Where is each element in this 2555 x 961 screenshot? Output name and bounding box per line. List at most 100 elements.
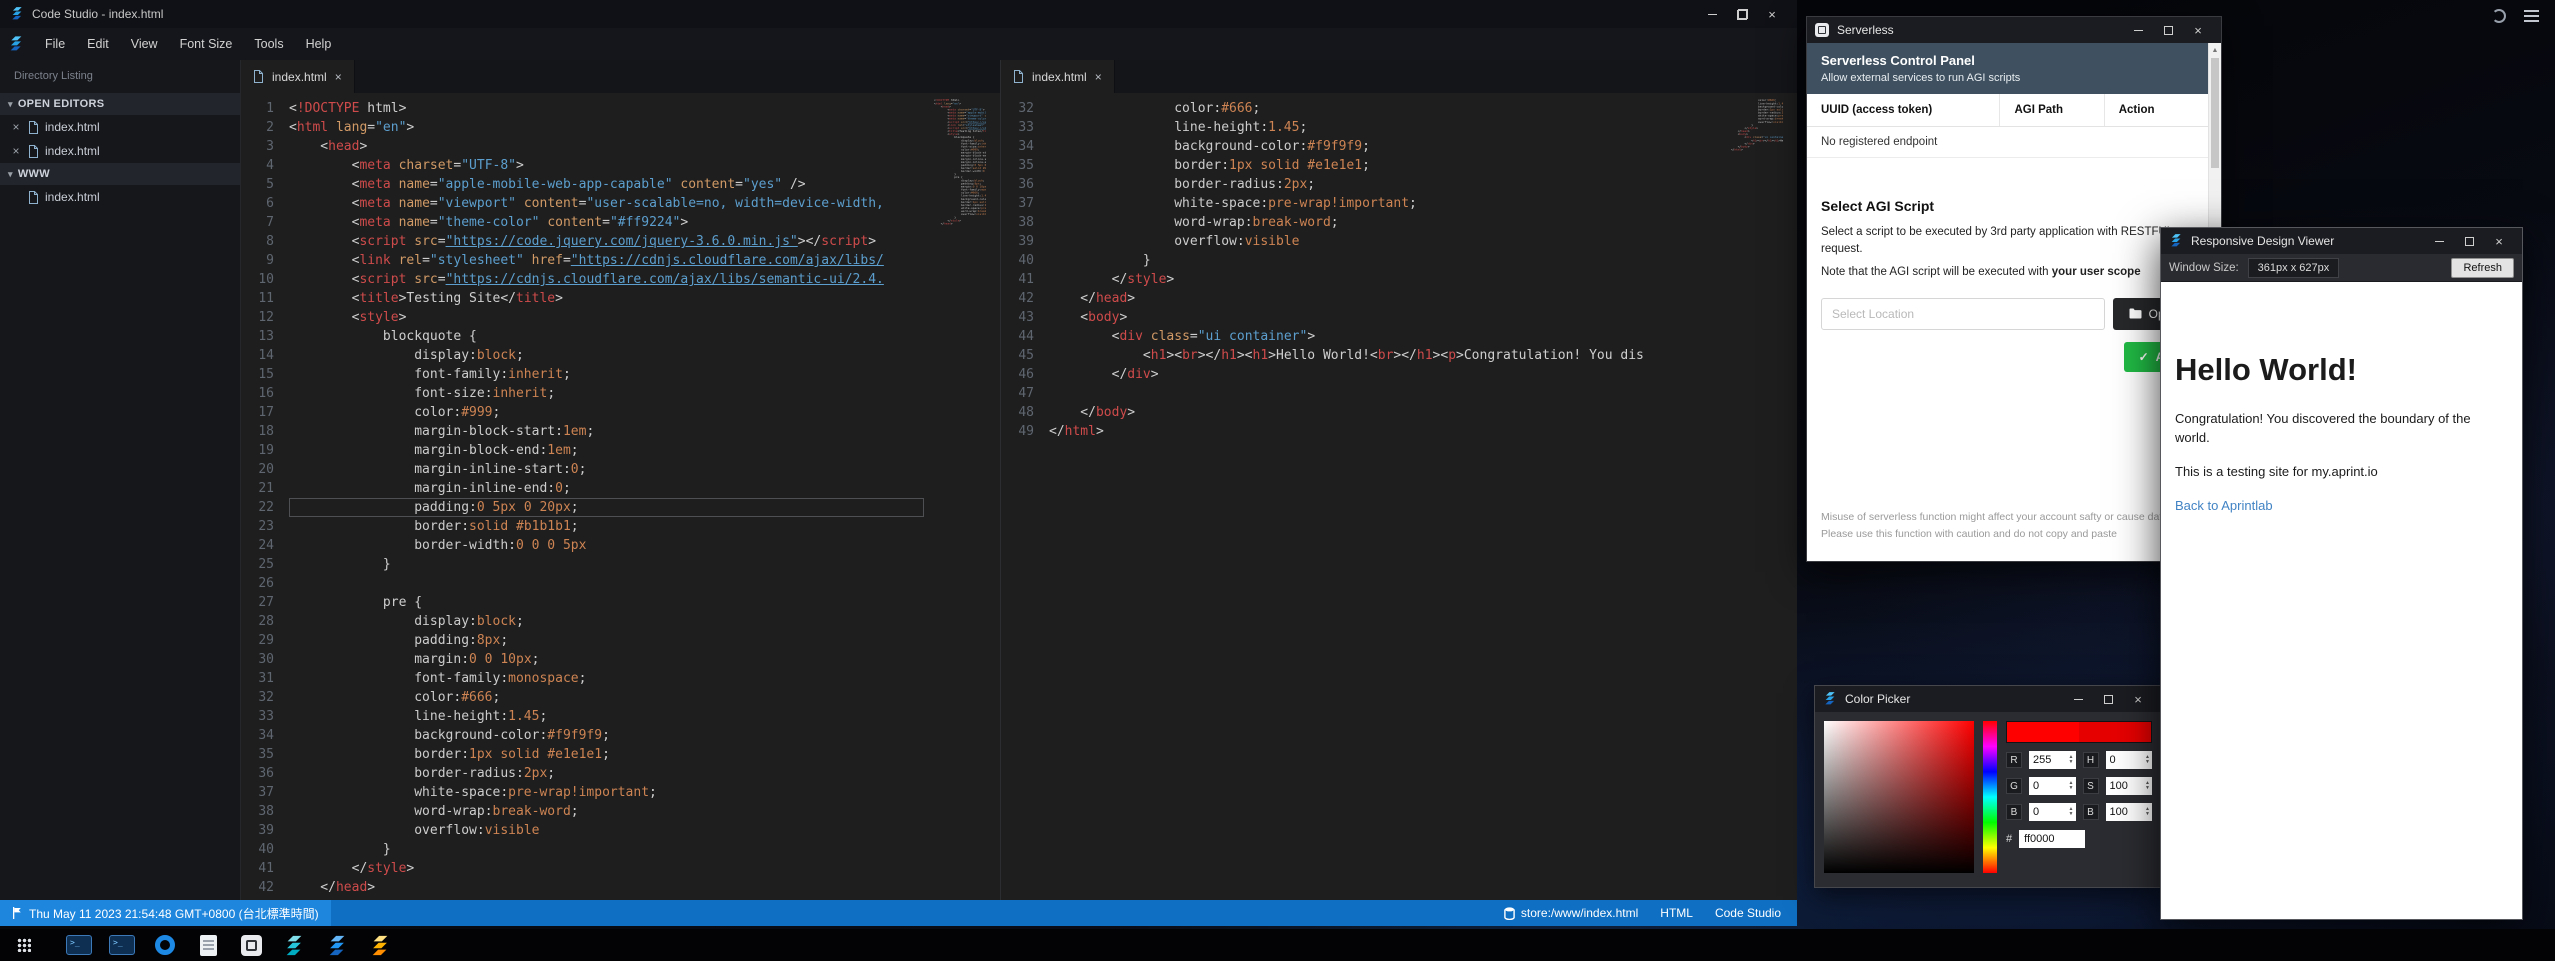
code-line[interactable]: <html lang="en"> xyxy=(289,118,924,137)
code-line[interactable]: </head> xyxy=(1049,289,1721,308)
code-line[interactable]: } xyxy=(1049,251,1721,270)
minimize-button[interactable] xyxy=(1697,4,1727,24)
code-line[interactable]: pre { xyxy=(289,593,924,612)
code-line[interactable]: color:#999; xyxy=(289,403,924,422)
minimize-button[interactable] xyxy=(2123,20,2153,40)
stepper-icon[interactable]: ▲▼ xyxy=(2145,781,2151,791)
minimap[interactable]: <!DOCTYPE html><html lang="en"> <head> <… xyxy=(934,99,986,900)
code-line[interactable]: margin-inline-start:0; xyxy=(289,460,924,479)
code-line[interactable]: <meta name="theme-color" content="#ff922… xyxy=(289,213,924,232)
code-line[interactable]: border-radius:2px; xyxy=(1049,175,1721,194)
code-line[interactable]: <title>Testing Site</title> xyxy=(289,289,924,308)
stepper-icon[interactable]: ▲▼ xyxy=(2145,807,2151,817)
back-link[interactable]: Back to Aprintlab xyxy=(2175,498,2273,513)
code-line[interactable]: line-height:1.45; xyxy=(289,707,924,726)
restore-button[interactable] xyxy=(1727,4,1757,24)
code-line[interactable]: ​ xyxy=(289,574,924,593)
code-line[interactable]: border-radius:2px; xyxy=(289,764,924,783)
stepper-icon[interactable]: ▲▼ xyxy=(2145,755,2151,765)
code-line[interactable]: </head> xyxy=(289,878,924,897)
menu-font-size[interactable]: Font Size xyxy=(169,31,244,57)
code-line[interactable]: blockquote { xyxy=(289,327,924,346)
channel-input-S[interactable]: 100▲▼ xyxy=(2106,777,2153,795)
code-line[interactable]: background-color:#f9f9f9; xyxy=(1049,137,1721,156)
close-button[interactable]: × xyxy=(2123,689,2153,709)
code-area[interactable]: <!DOCTYPE html><html lang="en"> <head> <… xyxy=(289,99,924,900)
code-studio-cyan-icon[interactable] xyxy=(280,932,308,958)
section-header[interactable]: ▾WWW xyxy=(0,163,240,185)
code-line[interactable]: <body> xyxy=(1049,308,1721,327)
code-line[interactable]: <style> xyxy=(289,308,924,327)
stepper-icon[interactable]: ▲▼ xyxy=(2069,807,2075,817)
code-line[interactable]: border:1px solid #e1e1e1; xyxy=(1049,156,1721,175)
code-line[interactable]: color:#666; xyxy=(289,688,924,707)
code-line[interactable]: </html> xyxy=(1049,422,1721,441)
code-line[interactable]: <head> xyxy=(289,137,924,156)
menu-icon[interactable] xyxy=(2524,10,2539,22)
code-area[interactable]: color:#666; line-height:1.45; background… xyxy=(1049,99,1721,900)
code-line[interactable]: font-family:inherit; xyxy=(289,365,924,384)
code-line[interactable]: <meta charset="UTF-8"> xyxy=(289,156,924,175)
sidebar-item-index.html[interactable]: ×index.html xyxy=(0,115,240,139)
code-line[interactable]: margin-inline-end:0; xyxy=(289,479,924,498)
close-button[interactable]: × xyxy=(1757,4,1787,24)
minimap[interactable]: color:#666; line-height:1.45; background… xyxy=(1731,99,1783,900)
code-line[interactable]: font-size:inherit; xyxy=(289,384,924,403)
status-app[interactable]: Code Studio xyxy=(1715,906,1781,920)
hue-slider[interactable] xyxy=(1983,721,1997,873)
code-line[interactable]: ​ xyxy=(1049,384,1721,403)
tab-index-html[interactable]: index.html × xyxy=(1001,60,1115,93)
code-line[interactable]: border:solid #b1b1b1; xyxy=(289,517,924,536)
sidebar-item-index.html[interactable]: index.html xyxy=(0,185,240,209)
select-location-input[interactable] xyxy=(1821,298,2105,330)
browser-icon[interactable] xyxy=(151,932,179,958)
minimize-button[interactable] xyxy=(2424,231,2454,251)
serverless-titlebar[interactable]: Serverless × xyxy=(1807,17,2221,43)
window-titlebar[interactable]: Code Studio - index.html × xyxy=(0,0,1797,28)
channel-input-B[interactable]: 100▲▼ xyxy=(2106,803,2153,821)
channel-input-B[interactable]: 0▲▼ xyxy=(2029,803,2076,821)
app-grid-icon[interactable] xyxy=(10,932,38,958)
code-line[interactable]: <script src="https://cdnjs.cloudflare.co… xyxy=(289,270,924,289)
code-line[interactable]: margin-block-end:1em; xyxy=(289,441,924,460)
code-line[interactable]: <h1><br></h1><h1>Hello World!<br></h1><p… xyxy=(1049,346,1721,365)
stepper-icon[interactable]: ▲▼ xyxy=(2069,781,2075,791)
close-icon[interactable]: × xyxy=(10,121,22,133)
document-icon[interactable] xyxy=(194,932,222,958)
code-line[interactable]: </body> xyxy=(1049,403,1721,422)
viewer-titlebar[interactable]: Responsive Design Viewer × xyxy=(2161,228,2522,254)
code-line[interactable]: white-space:pre-wrap!important; xyxy=(289,783,924,802)
channel-input-H[interactable]: 0▲▼ xyxy=(2106,751,2153,769)
terminal-icon[interactable]: >_ xyxy=(65,932,93,958)
code-line[interactable]: } xyxy=(289,840,924,859)
maximize-button[interactable] xyxy=(2454,231,2484,251)
scroll-thumb[interactable] xyxy=(2211,58,2219,168)
refresh-spinner-icon[interactable] xyxy=(2492,9,2506,23)
code-line[interactable]: </style> xyxy=(289,859,924,878)
code-line[interactable]: </style> xyxy=(1049,270,1721,289)
maximize-button[interactable] xyxy=(2153,20,2183,40)
code-line[interactable]: font-family:monospace; xyxy=(289,669,924,688)
stepper-icon[interactable]: ▲▼ xyxy=(2069,755,2075,765)
code-line[interactable]: border-width:0 0 0 5px xyxy=(289,536,924,555)
code-line[interactable]: background-color:#f9f9f9; xyxy=(289,726,924,745)
code-line[interactable]: margin:0 0 10px; xyxy=(289,650,924,669)
code-studio-blue-icon[interactable] xyxy=(323,932,351,958)
channel-input-R[interactable]: 255▲▼ xyxy=(2029,751,2076,769)
code-line[interactable]: padding:0 5px 0 20px; xyxy=(289,498,924,517)
code-line[interactable]: white-space:pre-wrap!important; xyxy=(1049,194,1721,213)
code-line[interactable]: <link rel="stylesheet" href="https://cdn… xyxy=(289,251,924,270)
code-line[interactable]: overflow:visible xyxy=(289,821,924,840)
code-line[interactable]: word-wrap:break-word; xyxy=(289,802,924,821)
code-line[interactable]: <script src="https://code.jquery.com/jqu… xyxy=(289,232,924,251)
status-language[interactable]: HTML xyxy=(1660,906,1693,920)
menu-view[interactable]: View xyxy=(120,31,169,57)
tab-close-icon[interactable]: × xyxy=(335,71,342,83)
status-datetime[interactable]: Thu May 11 2023 21:54:48 GMT+0800 (台北標準時… xyxy=(0,900,331,926)
close-button[interactable]: × xyxy=(2183,20,2213,40)
tab-index-html[interactable]: index.html × xyxy=(241,60,355,93)
code-line[interactable]: color:#666; xyxy=(1049,99,1721,118)
close-icon[interactable]: × xyxy=(10,145,22,157)
saturation-gradient[interactable] xyxy=(1824,721,1974,873)
maximize-button[interactable] xyxy=(2093,689,2123,709)
